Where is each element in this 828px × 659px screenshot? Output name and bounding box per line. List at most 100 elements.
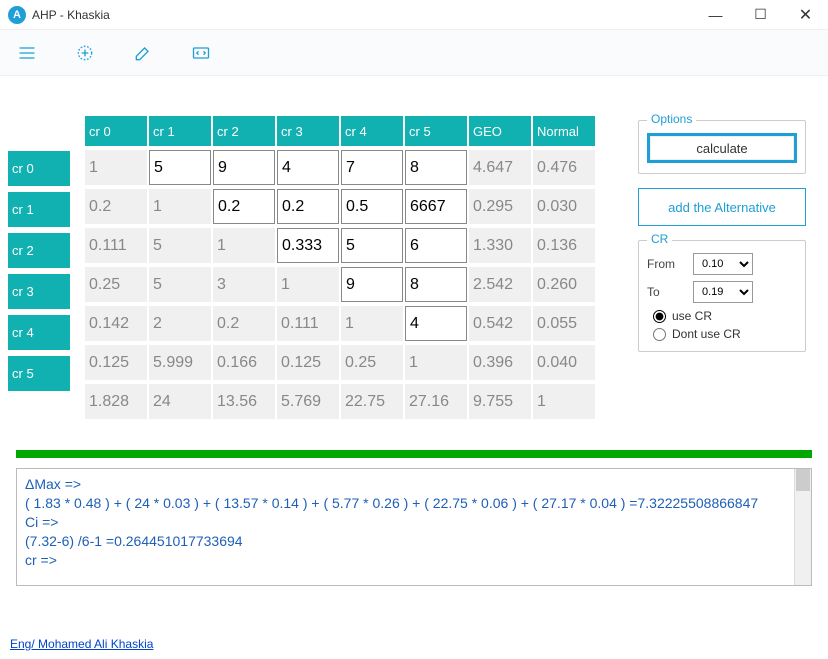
row-label: cr 1 (8, 192, 70, 227)
col-header: cr 2 (213, 116, 275, 146)
cr-group: CR From 0.10 To 0.19 use CR Dont use CR (638, 240, 806, 352)
right-panel: Options calculate add the Alternative CR… (638, 120, 806, 366)
matrix-grid: cr 0cr 1cr 2cr 3cr 4cr 5GEONormal 159478… (85, 116, 595, 419)
cell: 0.295 (469, 189, 531, 224)
toolbar (0, 30, 828, 76)
cell: 5.999 (149, 345, 211, 380)
minimize-button[interactable]: — (693, 0, 738, 30)
scrollbar-thumb[interactable] (796, 469, 810, 491)
to-select[interactable]: 0.19 (693, 281, 753, 303)
cell[interactable]: 7 (341, 150, 403, 185)
cell[interactable]: 6 (405, 228, 467, 263)
cell[interactable]: 9 (341, 267, 403, 302)
cell[interactable]: 4 (277, 150, 339, 185)
cell: 24 (149, 384, 211, 419)
col-header: cr 5 (405, 116, 467, 146)
app-icon: A (8, 6, 26, 24)
grid-rows: 1594784.6470.4760.210.20.20.566670.2950.… (85, 150, 595, 419)
cell: 0.476 (533, 150, 595, 185)
menu-icon[interactable] (16, 42, 38, 64)
cell: 0.25 (85, 267, 147, 302)
window-controls: — ☐ ✕ (693, 0, 828, 30)
cell[interactable]: 6667 (405, 189, 467, 224)
cell[interactable]: 5 (149, 150, 211, 185)
from-select[interactable]: 0.10 (693, 253, 753, 275)
cell: 0.055 (533, 306, 595, 341)
cell: 1 (533, 384, 595, 419)
table-row: 0.1255.9990.1660.1250.2510.3960.040 (85, 345, 595, 380)
cell[interactable]: 5 (341, 228, 403, 263)
cell[interactable]: 8 (405, 150, 467, 185)
output-line: ( 1.83 * 0.48 ) + ( 24 * 0.03 ) + ( 13.5… (25, 494, 803, 513)
cell: 1.330 (469, 228, 531, 263)
row-label: cr 0 (8, 151, 70, 186)
cell: 1 (277, 267, 339, 302)
cell: 0.2 (213, 306, 275, 341)
table-row: 0.14220.20.111140.5420.055 (85, 306, 595, 341)
cell: 0.030 (533, 189, 595, 224)
new-icon[interactable] (74, 42, 96, 64)
cell: 22.75 (341, 384, 403, 419)
cell: 5 (149, 228, 211, 263)
row-label: cr 3 (8, 274, 70, 309)
cell[interactable]: 0.2 (213, 189, 275, 224)
row-label: cr 4 (8, 315, 70, 350)
titlebar: A AHP - Khaskia — ☐ ✕ (0, 0, 828, 30)
cell: 27.16 (405, 384, 467, 419)
from-label: From (647, 257, 683, 271)
cell[interactable]: 4 (405, 306, 467, 341)
dont-use-cr-radio[interactable] (653, 328, 666, 341)
use-cr-radio[interactable] (653, 310, 666, 323)
close-button[interactable]: ✕ (783, 0, 828, 30)
cell: 3 (213, 267, 275, 302)
maximize-button[interactable]: ☐ (738, 0, 783, 30)
window-title: AHP - Khaskia (32, 8, 110, 22)
scrollbar[interactable] (794, 469, 811, 585)
cell[interactable]: 8 (405, 267, 467, 302)
table-row: 0.111510.333561.3300.136 (85, 228, 595, 263)
options-legend: Options (647, 112, 696, 126)
col-header: cr 0 (85, 116, 147, 146)
cell: 0.111 (277, 306, 339, 341)
col-header: cr 1 (149, 116, 211, 146)
row-label: cr 2 (8, 233, 70, 268)
cell: 1 (213, 228, 275, 263)
add-alternative-button[interactable]: add the Alternative (638, 188, 806, 226)
cell: 1 (341, 306, 403, 341)
cell: 0.25 (341, 345, 403, 380)
cell: 13.56 (213, 384, 275, 419)
cell: 0.142 (85, 306, 147, 341)
output-line: (7.32-6) /6-1 =0.264451017733694 (25, 532, 803, 551)
output-box[interactable]: ΔMax => ( 1.83 * 0.48 ) + ( 24 * 0.03 ) … (16, 468, 812, 586)
output-line: cr => (25, 551, 803, 570)
footer-link[interactable]: Eng/ Mohamed Ali Khaskia (10, 637, 153, 651)
cell: 5 (149, 267, 211, 302)
cell: 2 (149, 306, 211, 341)
cell[interactable]: 0.5 (341, 189, 403, 224)
cell[interactable]: 0.333 (277, 228, 339, 263)
code-icon[interactable] (190, 42, 212, 64)
grid-header: cr 0cr 1cr 2cr 3cr 4cr 5GEONormal (85, 116, 595, 146)
output-line: ΔMax => (25, 475, 803, 494)
cr-legend: CR (647, 232, 672, 246)
edit-icon[interactable] (132, 42, 154, 64)
col-header: cr 4 (341, 116, 403, 146)
table-row: 0.25531982.5420.260 (85, 267, 595, 302)
cell[interactable]: 9 (213, 150, 275, 185)
calculate-button[interactable]: calculate (647, 133, 797, 163)
cell[interactable]: 0.2 (277, 189, 339, 224)
cell: 0.111 (85, 228, 147, 263)
cell: 1.828 (85, 384, 147, 419)
to-label: To (647, 285, 683, 299)
output-line: Ci => (25, 513, 803, 532)
main-area: cr 0cr 1cr 2cr 3cr 4cr 5 cr 0cr 1cr 2cr … (0, 76, 828, 116)
cell: 1 (405, 345, 467, 380)
col-header: cr 3 (277, 116, 339, 146)
row-label: cr 5 (8, 356, 70, 391)
cell: 2.542 (469, 267, 531, 302)
table-row: 1.8282413.565.76922.7527.169.7551 (85, 384, 595, 419)
row-labels: cr 0 cr 1 cr 2 cr 3 cr 4 cr 5 (8, 151, 70, 397)
table-row: 1594784.6470.476 (85, 150, 595, 185)
separator-bar (16, 450, 812, 458)
cell: 4.647 (469, 150, 531, 185)
